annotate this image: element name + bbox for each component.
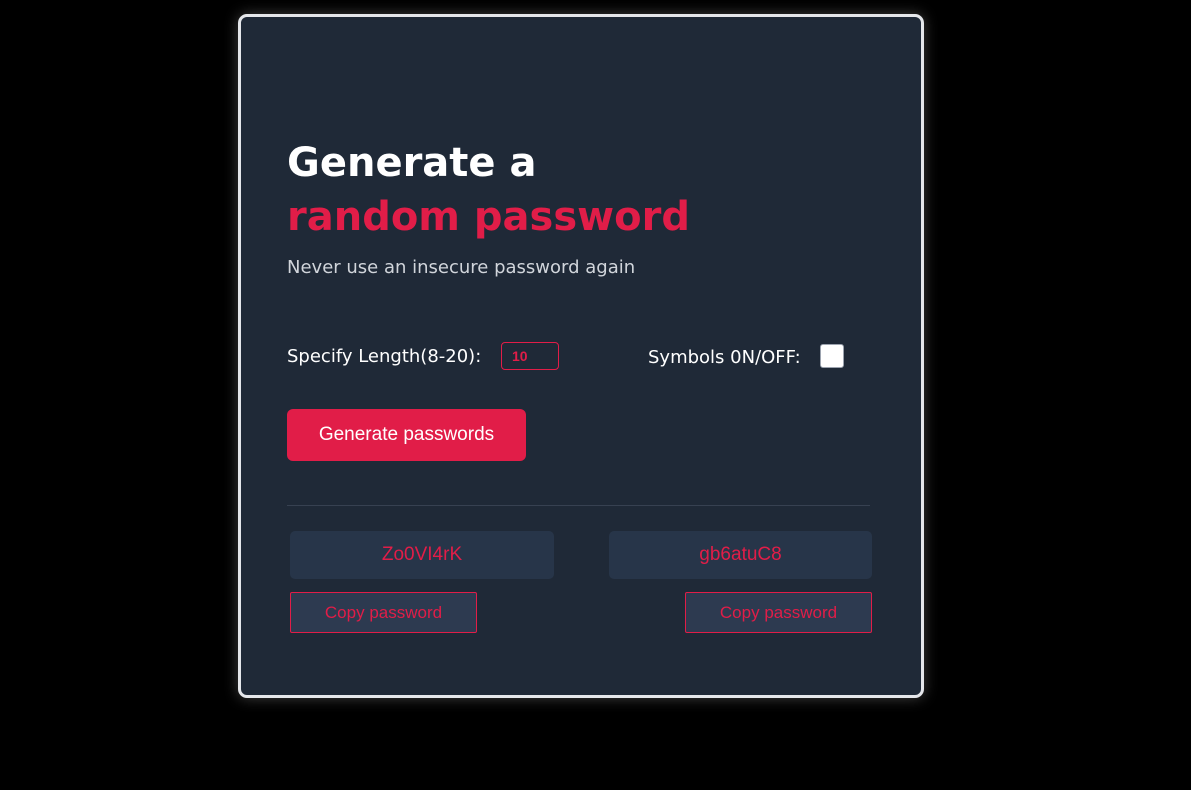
length-input[interactable]	[501, 342, 559, 370]
password-generator-card: Generate a random password Never use an …	[238, 14, 924, 698]
symbols-checkbox[interactable]	[820, 344, 844, 368]
length-label: Specify Length(8-20):	[287, 346, 482, 367]
symbols-label: Symbols 0N/OFF:	[648, 347, 801, 368]
password-output-2[interactable]: gb6atuC8	[609, 531, 872, 579]
copy-password-button-2[interactable]: Copy password	[685, 592, 872, 633]
password-output-1[interactable]: Zo0VI4rK	[290, 531, 554, 579]
copy-password-button-1[interactable]: Copy password	[290, 592, 477, 633]
page-title: Generate a	[287, 140, 537, 186]
generate-passwords-button[interactable]: Generate passwords	[287, 409, 526, 461]
divider	[287, 505, 870, 506]
page-subtitle: Never use an insecure password again	[287, 257, 636, 278]
page-title-highlight: random password	[287, 194, 690, 240]
